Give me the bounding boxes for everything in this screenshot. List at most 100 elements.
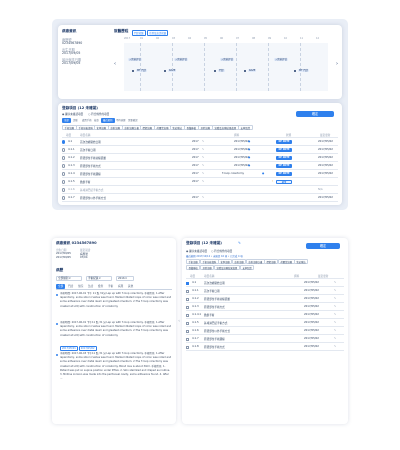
timeline-event[interactable]: 入院前評估 <box>274 58 288 62</box>
category-tab[interactable]: 免疫療法 <box>170 125 185 130</box>
filter-label[interactable]: 符合條件的項目 <box>91 113 109 116</box>
table-row[interactable]: 4.1 首次治療開始日期 2017 ✎ 2017/05/02 ● OP NOTE… <box>62 138 338 146</box>
date-chip[interactable]: 2017/05/01 <box>60 346 78 351</box>
row-radio[interactable] <box>62 164 66 168</box>
edit-icon[interactable]: ✎ <box>334 281 336 284</box>
status-badge[interactable]: OP NOTE <box>276 164 292 168</box>
category-tab[interactable]: 放射治療 <box>232 259 247 264</box>
edit-icon[interactable]: ✎ <box>334 321 336 324</box>
row-radio[interactable] <box>62 180 66 184</box>
table-row[interactable]: 4.1.7 原發部位以外手術方式 2017 ✎ 2017/05/02 <box>62 194 338 202</box>
row-checkbox[interactable] <box>186 345 189 349</box>
status-badge[interactable]: OP NOTE <box>276 156 292 160</box>
timeline-event[interactable]: RAZE <box>248 69 257 73</box>
category-tab[interactable]: 追蹤及治療結果處理 <box>214 265 240 270</box>
edit-icon[interactable]: ✎ <box>202 156 204 159</box>
notes-tab[interactable]: 其他 <box>126 284 135 289</box>
info-icon[interactable]: ● <box>248 148 250 151</box>
category-tab[interactable]: 放射治療 <box>108 125 123 130</box>
category-tab[interactable]: 免疫療法 <box>294 259 309 264</box>
row-checkbox[interactable] <box>186 321 189 325</box>
confirm-button[interactable]: 確定 <box>296 111 334 117</box>
category-tab[interactable]: 荷爾蒙治療 <box>278 259 295 264</box>
timeline-event[interactable]: RAZE <box>168 69 177 73</box>
edit-icon[interactable]: ✎ <box>334 297 336 300</box>
filter-tag-inpatient[interactable]: 住院及急診就醫 <box>147 29 169 36</box>
info-icon[interactable]: ● <box>248 140 250 143</box>
edit-icon[interactable]: ✎ <box>238 241 241 245</box>
notes-tab[interactable]: 手術 <box>106 284 115 289</box>
edit-icon[interactable]: ✎ <box>202 140 204 143</box>
timeline-prev-icon[interactable]: ‹ <box>114 61 116 67</box>
year-select[interactable]: 2016 ▾ <box>116 276 134 281</box>
notes-tab[interactable]: 急診 <box>86 284 95 289</box>
category-tab[interactable]: 手術前後資料 <box>76 125 96 130</box>
notes-tab[interactable]: 全部 <box>56 284 66 289</box>
info-icon[interactable]: ● <box>248 156 250 159</box>
table-row[interactable]: 4.1.6 區域淋巴結手術方式 N/A <box>62 186 338 194</box>
table-row[interactable]: 4.1.3 原發部位手術方式 2017 ✎ 2017/05/02 ● OP NO… <box>62 162 338 170</box>
table-row[interactable]: 4.1.7 原發部位手術邊緣 2017/05/02 ✎ <box>186 335 344 343</box>
edit-icon[interactable]: ✎ <box>334 337 336 340</box>
table-row[interactable]: 4.1.1 首次手術日期 2017/05/02 ✎ <box>186 287 344 295</box>
row-radio[interactable] <box>62 156 66 160</box>
table-row[interactable]: 4.1.5 微創手術 2017 ✎ 確認 ! <box>62 178 338 186</box>
edit-icon[interactable]: ✎ <box>334 289 336 292</box>
table-row[interactable]: 4.1 首次治療開始日期 2017/05/02 ✎ <box>186 279 344 287</box>
category-tab[interactable]: 標靶治療 <box>140 125 155 130</box>
category-tab[interactable]: 放射治療計畫 <box>122 125 142 130</box>
category-tab[interactable]: 其他治療 <box>198 125 213 130</box>
row-radio[interactable] <box>62 148 66 152</box>
notes-tab[interactable]: 住院 <box>76 284 85 289</box>
status-badge[interactable]: OP NOTE <box>276 172 292 176</box>
row-checkbox[interactable] <box>186 337 189 341</box>
tab-diagnosis[interactable]: 診斷 <box>71 118 80 123</box>
table-row[interactable]: 4.1.2 原發部位手術切緣距離 2017 ✎ 2017/05/02 ● OP … <box>62 154 338 162</box>
table-row[interactable]: 4.1.3 原發部位手術方式 2017/05/02 ✎ <box>186 303 344 311</box>
status-badge[interactable]: OP NOTE <box>276 140 292 144</box>
filter-tag-clinic[interactable]: 門診就醫 <box>132 29 146 36</box>
table-row[interactable]: 4.1.4.1 微創手術 2017/05/02 ✎ <box>186 311 344 319</box>
row-radio[interactable] <box>62 140 66 144</box>
category-tab[interactable]: 其他治療 <box>200 265 215 270</box>
row-checkbox[interactable] <box>186 313 189 317</box>
filter-label[interactable]: 符合條件的項目 <box>214 250 232 253</box>
category-tab[interactable]: 化學治療 <box>94 125 109 130</box>
edit-icon[interactable]: ✎ <box>334 329 336 332</box>
edit-icon[interactable]: ✎ <box>334 313 336 316</box>
row-checkbox[interactable] <box>186 289 189 293</box>
timeline-event[interactable]: MF 門診 <box>136 69 147 73</box>
category-tab[interactable]: 骨髓移植 <box>186 265 201 270</box>
info-icon[interactable]: ● <box>248 164 250 167</box>
tab-exam[interactable]: 檢查 <box>92 118 101 123</box>
timeline-event[interactable]: 入院前評估 <box>128 58 142 62</box>
edit-icon[interactable]: ✎ <box>202 164 204 167</box>
confirm-badge[interactable]: 確認 <box>276 180 292 184</box>
timeline-event[interactable]: 門診 <box>218 69 225 73</box>
tab-all[interactable]: 全部 <box>62 118 71 123</box>
notes-tab[interactable]: 病理 <box>116 284 125 289</box>
category-tab[interactable]: 放射治療計畫 <box>246 259 265 264</box>
tab-need-confirm[interactable]: 需要確認 <box>126 118 140 123</box>
category-tab[interactable]: 荷爾蒙治療 <box>154 125 171 130</box>
confirm-button[interactable]: 確定 <box>306 243 340 249</box>
notes-tab[interactable]: 檢查 <box>96 284 105 289</box>
table-row[interactable]: 4.1.1 首次手術日期 2017 ✎ 2017/05/02 ● OP NOTE… <box>62 146 338 154</box>
row-radio[interactable] <box>62 172 66 176</box>
category-tab[interactable]: 化學治療 <box>218 259 233 264</box>
edit-icon[interactable]: ✎ <box>202 196 204 199</box>
edit-icon[interactable]: ✎ <box>202 148 204 151</box>
category-tab[interactable]: 手術前後資料 <box>200 259 219 264</box>
type-select[interactable]: 手術紀錄 ▾ <box>86 276 112 281</box>
table-row[interactable]: 4.1.6 原發部位以外手術方式 2017/05/02 ✎ <box>186 327 344 335</box>
table-row[interactable]: 4.1.4 原發部位手術邊緣 2017 ✎ T-loop colectomy ●… <box>62 170 338 178</box>
panel-resize-handle[interactable]: ‹ <box>176 318 182 328</box>
category-tab[interactable]: 手術治療 <box>186 259 201 264</box>
category-tab[interactable]: 追蹤及治療結果處理 <box>212 125 239 130</box>
table-row[interactable]: 4.1.5 區域淋巴結手術方式 2017/05/02 ✎ <box>186 319 344 327</box>
timeline-event[interactable]: 入院前評估 <box>174 58 188 62</box>
edit-icon[interactable]: ✎ <box>202 172 204 175</box>
table-row[interactable]: 4.1.2 原發部位手術切緣距離 2017/05/02 ✎ <box>186 295 344 303</box>
info-icon[interactable]: ● <box>262 172 264 175</box>
table-row[interactable]: 4.1.8 原發部位手術方式 2017/05/02 ✎ <box>186 343 344 351</box>
